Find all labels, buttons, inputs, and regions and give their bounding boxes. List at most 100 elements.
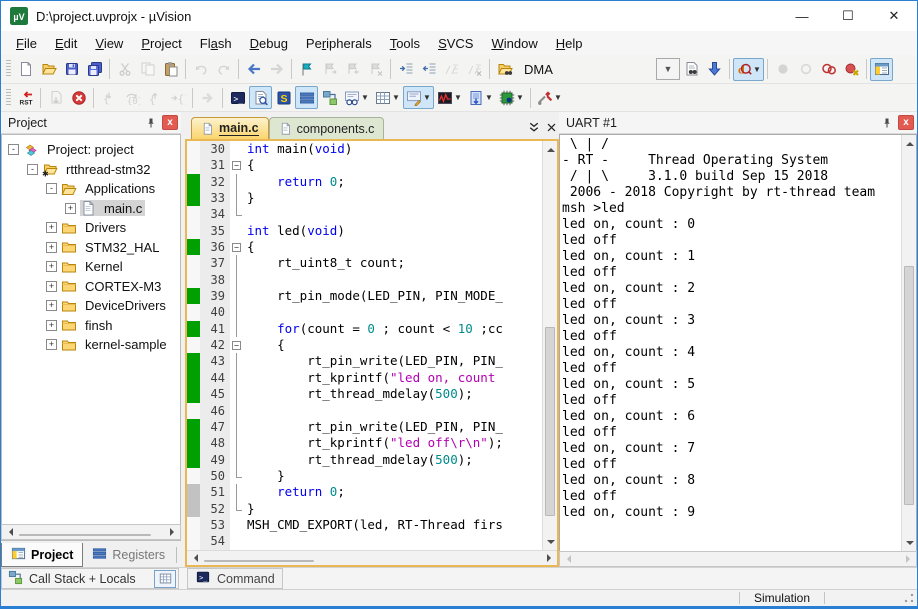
command-window-icon[interactable]: >_ [226, 86, 249, 109]
maximize-button[interactable]: ☐ [825, 1, 871, 31]
bookmark-toggle-icon[interactable] [295, 58, 318, 81]
editor-hscrollbar[interactable] [187, 550, 557, 565]
save-icon[interactable] [60, 58, 83, 81]
uart-vscrollbar[interactable] [901, 135, 916, 551]
tree-item-project-project[interactable]: -Project: project [2, 140, 180, 160]
editor-tab-components-c[interactable]: components.c [269, 117, 385, 139]
tree-item-finsh[interactable]: +finsh [2, 316, 180, 336]
resize-grip[interactable] [903, 592, 915, 604]
menu-edit[interactable]: Edit [46, 33, 86, 54]
search-combo[interactable]: DMA▼ [516, 58, 680, 80]
menu-project[interactable]: Project [132, 33, 190, 54]
fold-collapse-icon[interactable]: − [230, 157, 244, 173]
expander-collapse-icon[interactable]: - [8, 144, 19, 155]
menu-window[interactable]: Window [482, 33, 546, 54]
scroll-left-icon[interactable] [187, 551, 202, 566]
tree-item-main-c[interactable]: +main.c [2, 199, 180, 219]
expander-expand-icon[interactable]: + [46, 320, 57, 331]
toolbox-icon[interactable]: ▼ [534, 86, 565, 109]
menu-debug[interactable]: Debug [241, 33, 297, 54]
expander-expand-icon[interactable]: + [65, 203, 76, 214]
scroll-down-icon[interactable] [902, 536, 917, 551]
scroll-thumb[interactable] [904, 266, 914, 505]
scroll-left-icon[interactable] [560, 552, 575, 567]
scroll-up-icon[interactable] [543, 141, 558, 156]
close-document-icon[interactable] [546, 122, 557, 134]
scroll-thumb[interactable] [19, 534, 151, 536]
expander-collapse-icon[interactable]: - [27, 164, 38, 175]
find-in-files-folder-icon[interactable] [493, 58, 516, 81]
bookmark-clear-all-icon[interactable] [364, 58, 387, 81]
menu-svcs[interactable]: SVCS [429, 33, 482, 54]
menu-view[interactable]: View [86, 33, 132, 54]
fold-collapse-icon[interactable]: − [230, 337, 244, 353]
uart-hscrollbar[interactable] [559, 551, 917, 567]
registers-window-icon[interactable] [295, 86, 318, 109]
memory-windows-icon[interactable]: ▼ [372, 86, 403, 109]
copy-icon[interactable] [136, 58, 159, 81]
editor-tab-main-c[interactable]: main.c [191, 117, 269, 139]
scroll-right-icon[interactable] [901, 552, 916, 567]
uncomment-selection-icon[interactable]: // [463, 58, 486, 81]
close-panel-icon[interactable]: x [898, 115, 914, 130]
analysis-windows-icon[interactable]: ▼ [434, 86, 465, 109]
bookmark-previous-icon[interactable] [341, 58, 364, 81]
incremental-find-icon[interactable] [703, 58, 726, 81]
expander-collapse-icon[interactable]: - [46, 183, 57, 194]
call-stack-window-icon[interactable] [318, 86, 341, 109]
tree-item-kernel[interactable]: +Kernel [2, 257, 180, 277]
step-into-icon[interactable]: { } [97, 86, 120, 109]
fold-collapse-icon[interactable]: − [230, 239, 244, 255]
editor-vscrollbar[interactable] [542, 141, 557, 550]
code-editor[interactable]: 30int main(void)31−{32 return 0;33}3435i… [187, 141, 542, 550]
tree-item-cortex-m3[interactable]: +CORTEX-M3 [2, 277, 180, 297]
expander-expand-icon[interactable]: + [46, 300, 57, 311]
tab-project[interactable]: Project [1, 543, 83, 567]
scroll-right-icon[interactable] [542, 551, 557, 566]
pin-icon[interactable] [879, 115, 895, 131]
expander-expand-icon[interactable]: + [46, 281, 57, 292]
breakpoint-kill-all-icon[interactable] [840, 58, 863, 81]
outdent-icon[interactable] [417, 58, 440, 81]
tree-item-rtthread-stm32[interactable]: -✱rtthread-stm32 [2, 160, 180, 180]
watch-windows-icon[interactable]: ▼ [341, 86, 372, 109]
window-layout-icon[interactable] [870, 58, 893, 81]
menu-tools[interactable]: Tools [381, 33, 429, 54]
undo-icon[interactable] [189, 58, 212, 81]
indent-icon[interactable] [394, 58, 417, 81]
toolbar-grip[interactable] [6, 60, 11, 78]
navigate-back-icon[interactable] [242, 58, 265, 81]
tree-item-applications[interactable]: -Applications [2, 179, 180, 199]
trace-windows-icon[interactable]: ▼ [465, 86, 496, 109]
run-icon[interactable] [196, 86, 219, 109]
expander-expand-icon[interactable]: + [46, 339, 57, 350]
redo-icon[interactable] [212, 58, 235, 81]
save-all-icon[interactable] [83, 58, 106, 81]
close-panel-icon[interactable]: x [162, 115, 178, 130]
search-combo-value[interactable]: DMA [516, 62, 656, 77]
show-next-statement-icon[interactable] [44, 86, 67, 109]
symbols-window-icon[interactable]: S [272, 86, 295, 109]
breakpoint-disable-all-icon[interactable] [817, 58, 840, 81]
menu-file[interactable]: File [7, 33, 46, 54]
expander-expand-icon[interactable]: + [46, 261, 57, 272]
scroll-thumb[interactable] [204, 560, 314, 562]
search-combo-dropdown-icon[interactable]: ▼ [656, 58, 680, 80]
expander-expand-icon[interactable]: + [46, 222, 57, 233]
breakpoint-enable-disable-icon[interactable] [794, 58, 817, 81]
step-over-icon[interactable]: {0} [120, 86, 143, 109]
expander-expand-icon[interactable]: + [46, 242, 57, 253]
bookmark-next-icon[interactable] [318, 58, 341, 81]
scroll-down-icon[interactable] [543, 535, 558, 550]
run-to-cursor-line-icon[interactable]: {} [166, 86, 189, 109]
scroll-up-icon[interactable] [902, 135, 917, 150]
minimize-button[interactable]: — [779, 1, 825, 31]
navigate-forward-icon[interactable] [265, 58, 288, 81]
scroll-thumb[interactable] [545, 327, 555, 517]
close-button[interactable]: ✕ [871, 1, 917, 31]
lookup-icon[interactable]: d▼ [733, 58, 764, 81]
tree-item-stm32-hal[interactable]: +STM32_HAL [2, 238, 180, 258]
comment-selection-icon[interactable]: // [440, 58, 463, 81]
serial-windows-icon[interactable]: ▼ [403, 86, 434, 109]
tree-item-devicedrivers[interactable]: +DeviceDrivers [2, 296, 180, 316]
